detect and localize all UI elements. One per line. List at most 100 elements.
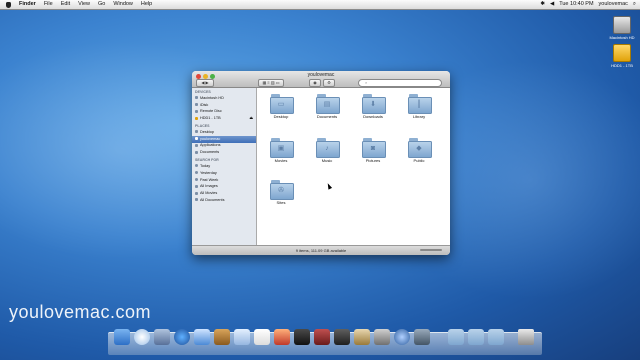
trash-icon[interactable] — [518, 329, 534, 345]
folder-label: Public — [413, 158, 425, 163]
folder-content-area: ▭ Desktop ▤ Documents ⬇ Downloads ║ Libr… — [257, 88, 450, 246]
menu-finder[interactable]: Finder — [15, 0, 40, 9]
apple-menu-icon[interactable] — [6, 1, 11, 8]
eject-icon[interactable]: ⏏ — [249, 116, 253, 121]
folder-icon: ▣ — [270, 138, 294, 158]
menu-bar: Finder File Edit View Go Window Help ✱ ◀… — [0, 0, 640, 10]
mail-dock-icon[interactable] — [154, 329, 170, 345]
sidebar-item-all-images[interactable]: All Images — [192, 184, 256, 191]
back-forward-buttons[interactable]: ◀ ▶ — [196, 79, 214, 87]
window-title: youlovemac — [307, 72, 335, 78]
folder-icon: ⬇ — [362, 94, 386, 114]
desktop-icon-label: Macintosh HD — [609, 35, 635, 40]
smart-folder-icon — [195, 191, 198, 195]
folder-pictures[interactable]: ◙ Pictures — [355, 138, 391, 163]
sidebar-item-label: All Movies — [200, 191, 218, 196]
sidebar-item-label: Yesterday — [200, 170, 217, 175]
folder-label: Music — [321, 158, 333, 163]
action-gear-button[interactable]: ⚙ — [323, 79, 335, 87]
front-row-dock-icon[interactable] — [314, 329, 330, 345]
menu-window[interactable]: Window — [109, 0, 137, 9]
sidebar-item-yesterday[interactable]: Yesterday — [192, 170, 256, 177]
sidebar-item-past-week[interactable]: Past Week — [192, 177, 256, 184]
spaces-dock-icon[interactable] — [414, 329, 430, 345]
bluetooth-icon[interactable]: ✱ — [540, 0, 545, 9]
icon-size-slider[interactable] — [420, 249, 442, 251]
system-preferences-dock-icon[interactable] — [394, 329, 410, 345]
folder-icon: ◙ — [362, 138, 386, 158]
search-field[interactable]: ⌕ — [358, 79, 442, 87]
sidebar-item-home[interactable]: youlovemac — [192, 135, 256, 143]
finder-dock-icon[interactable] — [114, 329, 130, 345]
folder-documents[interactable]: ▤ Documents — [309, 94, 345, 119]
garageband-dock-icon[interactable] — [354, 329, 370, 345]
view-mode-buttons[interactable]: ▦ ≡ ▥ ▭ — [258, 79, 284, 87]
ichat-dock-icon[interactable] — [194, 329, 210, 345]
iphoto-dock-icon[interactable] — [274, 329, 290, 345]
sidebar-item-applications[interactable]: Applications — [192, 143, 256, 150]
external-drive-icon — [613, 44, 631, 62]
documents-stack-icon[interactable] — [468, 329, 484, 345]
folder-music[interactable]: ♪ Music — [309, 138, 345, 163]
applications-icon — [195, 143, 198, 147]
desktop-icon-hdd1[interactable]: HDD1 - 1TB — [602, 44, 640, 68]
sidebar-item-all-documents[interactable]: All Documents — [192, 197, 256, 204]
folder-label: Movies — [274, 158, 288, 163]
desktop-icon — [195, 130, 198, 134]
folder-icon: ║ — [408, 94, 432, 114]
ical-dock-icon[interactable] — [254, 329, 270, 345]
sidebar-item-desktop[interactable]: Desktop — [192, 129, 256, 136]
address-book-dock-icon[interactable] — [214, 329, 230, 345]
photo-booth-dock-icon[interactable] — [334, 329, 350, 345]
menu-help[interactable]: Help — [137, 0, 156, 9]
sidebar-item-idisk[interactable]: iDisk — [192, 102, 256, 109]
desktop-icon-label: HDD1 - 1TB — [611, 63, 633, 68]
sidebar-item-label: Applications — [200, 143, 221, 148]
sidebar-item-label: All Documents — [200, 197, 225, 202]
folder-library[interactable]: ║ Library — [401, 94, 437, 119]
sidebar-item-all-movies[interactable]: All Movies — [192, 190, 256, 197]
folder-movies[interactable]: ▣ Movies — [263, 138, 299, 163]
time-machine-dock-icon[interactable] — [374, 329, 390, 345]
folder-public[interactable]: ◆ Public — [401, 138, 437, 163]
window-toolbar: youlovemac ◀ ▶ ▦ ≡ ▥ ▭ ◉ ⚙ ⌕ — [192, 71, 450, 88]
dashboard-dock-icon[interactable] — [134, 329, 150, 345]
menu-go[interactable]: Go — [94, 0, 109, 9]
sidebar-header-devices: DEVICES — [195, 90, 211, 94]
applications-stack-icon[interactable] — [448, 329, 464, 345]
clock-icon — [195, 178, 198, 181]
sidebar-header-search: SEARCH FOR — [195, 158, 219, 163]
volume-icon[interactable]: ◀ — [550, 0, 554, 9]
folder-label: Pictures — [365, 158, 381, 163]
sidebar-item-remote-disc[interactable]: Remote Disc — [192, 109, 256, 116]
folder-sites[interactable]: ✇ Sites — [263, 180, 299, 205]
spotlight-icon[interactable]: ⌕ — [633, 0, 636, 9]
sidebar-item-hdd1[interactable]: HDD1 - 1TB ⏏ — [192, 115, 256, 122]
sidebar-item-label: Macintosh HD — [200, 95, 224, 100]
menubar-user[interactable]: youlovemac — [599, 0, 628, 9]
clock-icon — [195, 171, 198, 175]
folder-icon: ✇ — [270, 180, 294, 200]
menu-file[interactable]: File — [40, 0, 57, 9]
folder-downloads[interactable]: ⬇ Downloads — [355, 94, 391, 119]
sidebar-item-label: Desktop — [200, 129, 214, 134]
sidebar-item-documents[interactable]: Documents — [192, 149, 256, 156]
desktop-icon-macintosh-hd[interactable]: Macintosh HD — [602, 16, 640, 40]
folder-desktop[interactable]: ▭ Desktop — [263, 94, 299, 119]
sidebar-item-today[interactable]: Today — [192, 163, 256, 170]
menu-edit[interactable]: Edit — [57, 0, 74, 9]
itunes-dock-icon[interactable] — [234, 329, 250, 345]
menu-view[interactable]: View — [74, 0, 94, 9]
sidebar-item-macintosh-hd[interactable]: Macintosh HD — [192, 95, 256, 102]
quick-look-button[interactable]: ◉ — [309, 79, 321, 87]
external-drive-icon — [195, 116, 198, 120]
smart-folder-icon — [195, 198, 198, 202]
imovie-dock-icon[interactable] — [294, 329, 310, 345]
safari-dock-icon[interactable] — [174, 329, 190, 345]
sidebar-item-label: HDD1 - 1TB — [200, 116, 221, 121]
folder-icon: ▭ — [270, 94, 294, 114]
downloads-stack-icon[interactable] — [488, 329, 504, 345]
menubar-clock[interactable]: Tue 10:40 PM — [559, 0, 593, 9]
folder-label: Downloads — [363, 114, 383, 119]
folder-label: Desktop — [273, 114, 289, 119]
